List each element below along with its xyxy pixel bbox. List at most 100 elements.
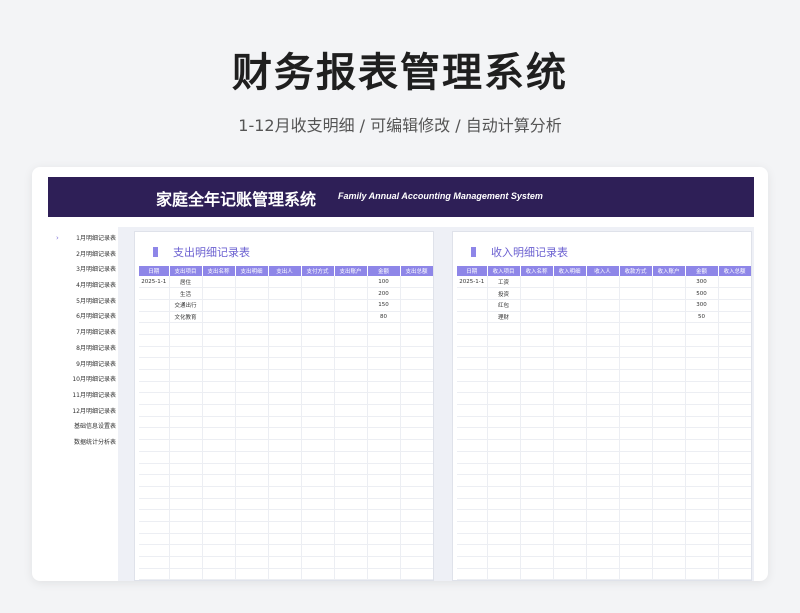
table-cell[interactable] <box>301 322 335 335</box>
table-cell[interactable] <box>202 311 236 324</box>
table-cell[interactable] <box>202 463 236 476</box>
table-cell[interactable] <box>586 521 620 534</box>
table-cell[interactable] <box>202 509 236 522</box>
table-cell[interactable] <box>619 287 653 300</box>
table-cell[interactable] <box>268 334 302 347</box>
table-cell[interactable] <box>718 533 751 546</box>
table-cell[interactable] <box>400 463 433 476</box>
table-cell[interactable] <box>400 287 433 300</box>
table-cell[interactable] <box>400 369 433 382</box>
table-cell[interactable] <box>400 404 433 417</box>
sidebar-item[interactable]: 3月明细记录表 <box>48 262 118 278</box>
table-cell[interactable] <box>235 381 269 394</box>
table-cell[interactable] <box>685 334 719 347</box>
table-cell[interactable] <box>139 521 170 534</box>
table-cell[interactable] <box>586 334 620 347</box>
table-cell[interactable] <box>268 322 302 335</box>
table-cell[interactable] <box>553 357 587 370</box>
table-cell[interactable] <box>652 521 686 534</box>
table-cell[interactable] <box>400 544 433 557</box>
table-cell[interactable] <box>619 509 653 522</box>
table-cell[interactable] <box>301 544 335 557</box>
table-cell[interactable] <box>652 451 686 464</box>
table-cell[interactable] <box>487 404 521 417</box>
table-cell[interactable] <box>586 474 620 487</box>
table-cell[interactable] <box>718 287 751 300</box>
table-cell[interactable] <box>139 439 170 452</box>
table-cell[interactable] <box>586 346 620 359</box>
table-cell[interactable] <box>268 463 302 476</box>
table-cell[interactable] <box>268 427 302 441</box>
table-cell[interactable] <box>268 287 302 300</box>
sidebar-item[interactable]: 5月明细记录表 <box>48 294 118 310</box>
table-cell[interactable] <box>718 322 751 335</box>
table-cell[interactable] <box>553 416 587 429</box>
table-cell[interactable] <box>367 416 401 429</box>
table-cell[interactable] <box>169 474 203 487</box>
table-cell[interactable] <box>400 346 433 359</box>
table-cell[interactable] <box>718 369 751 382</box>
sidebar-item[interactable]: 11月明细记录表 <box>48 388 118 404</box>
table-cell[interactable] <box>400 427 433 441</box>
table-cell[interactable] <box>169 427 203 441</box>
table-cell[interactable] <box>718 334 751 347</box>
table-cell[interactable] <box>520 322 554 335</box>
table-cell[interactable] <box>553 287 587 300</box>
table-cell[interactable] <box>457 498 488 511</box>
table-cell[interactable] <box>652 299 686 312</box>
table-cell[interactable] <box>268 311 302 324</box>
table-cell[interactable] <box>334 334 368 347</box>
table-cell[interactable] <box>301 568 335 580</box>
table-cell[interactable] <box>487 498 521 511</box>
table-cell[interactable] <box>586 357 620 370</box>
table-cell[interactable] <box>457 439 488 452</box>
table-cell[interactable] <box>685 463 719 476</box>
sidebar-item[interactable]: 2月明细记录表 <box>48 247 118 263</box>
column-header[interactable]: 日期 <box>139 266 170 276</box>
table-cell[interactable] <box>553 568 587 580</box>
table-cell[interactable] <box>520 299 554 312</box>
table-cell[interactable] <box>718 439 751 452</box>
table-cell[interactable] <box>139 299 170 312</box>
table-cell[interactable] <box>268 474 302 487</box>
table-cell[interactable] <box>235 404 269 417</box>
table-cell[interactable] <box>553 474 587 487</box>
table-cell[interactable] <box>334 276 368 289</box>
table-cell[interactable] <box>718 568 751 580</box>
table-cell[interactable] <box>553 346 587 359</box>
table-cell[interactable] <box>520 463 554 476</box>
table-cell[interactable] <box>301 498 335 511</box>
table-cell[interactable] <box>268 451 302 464</box>
table-cell[interactable] <box>457 287 488 300</box>
table-cell[interactable] <box>520 357 554 370</box>
table-cell[interactable] <box>586 416 620 429</box>
table-cell[interactable] <box>235 556 269 569</box>
table-cell[interactable] <box>334 544 368 557</box>
table-cell[interactable] <box>619 416 653 429</box>
table-cell[interactable] <box>301 311 335 324</box>
table-cell[interactable] <box>169 416 203 429</box>
table-cell[interactable] <box>367 474 401 487</box>
table-cell[interactable] <box>487 381 521 394</box>
table-cell[interactable] <box>652 439 686 452</box>
table-cell[interactable] <box>520 509 554 522</box>
sidebar-item[interactable]: 8月明细记录表 <box>48 341 118 357</box>
table-cell[interactable] <box>235 451 269 464</box>
table-cell[interactable] <box>139 544 170 557</box>
table-cell[interactable] <box>235 474 269 487</box>
table-cell[interactable] <box>301 474 335 487</box>
table-cell[interactable] <box>619 533 653 546</box>
table-cell[interactable] <box>487 463 521 476</box>
table-cell[interactable] <box>457 509 488 522</box>
table-cell[interactable] <box>367 381 401 394</box>
table-cell[interactable] <box>718 416 751 429</box>
table-cell[interactable] <box>487 451 521 464</box>
table-cell[interactable] <box>367 427 401 441</box>
table-cell[interactable] <box>367 357 401 370</box>
table-cell[interactable] <box>652 474 686 487</box>
table-cell[interactable] <box>334 568 368 580</box>
table-cell[interactable] <box>367 369 401 382</box>
table-cell[interactable] <box>457 463 488 476</box>
table-cell[interactable] <box>268 346 302 359</box>
table-cell[interactable] <box>520 498 554 511</box>
